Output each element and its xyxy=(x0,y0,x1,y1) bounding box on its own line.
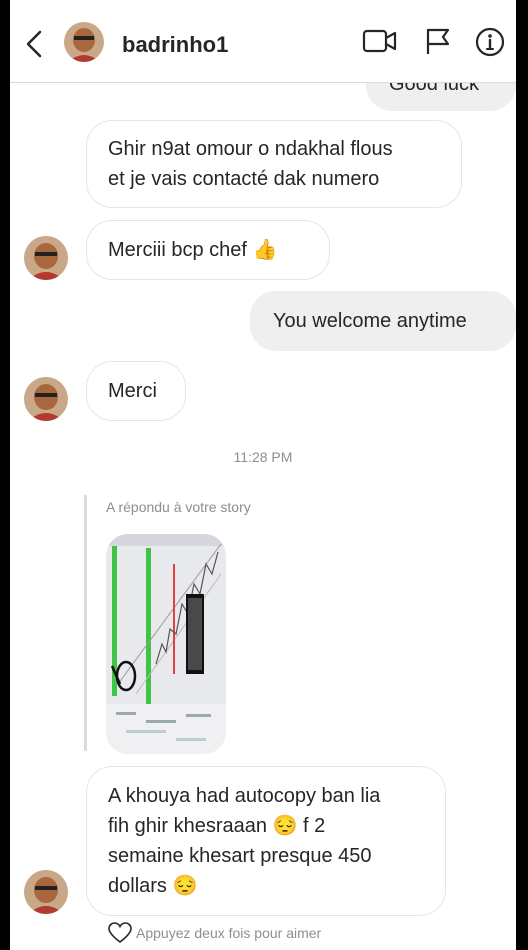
message-bubble-incoming[interactable]: Merci xyxy=(86,361,186,421)
report-button[interactable] xyxy=(424,26,452,61)
story-reply-label: A répondu à votre story xyxy=(106,499,251,515)
message-text: Merci xyxy=(108,380,157,402)
message-text: fih ghir khesraaan xyxy=(108,815,267,837)
pensive-face-emoji-icon: 😔 xyxy=(272,815,298,837)
chat-header: badrinho1 xyxy=(10,0,516,83)
info-icon xyxy=(475,27,505,57)
message-timestamp: 11:28 PM xyxy=(233,449,293,465)
video-camera-icon xyxy=(362,29,397,53)
trading-chart-image xyxy=(106,534,226,754)
message-text: et je vais contacté dak numero xyxy=(108,168,380,190)
message-bubble-incoming[interactable]: Ghir n9at omour o ndakhal flous et je va… xyxy=(86,120,462,208)
video-call-button[interactable] xyxy=(362,26,398,61)
pensive-face-emoji-icon: 😔 xyxy=(172,875,198,897)
thumbs-up-emoji-icon: 👍 xyxy=(252,239,278,261)
message-text: Ghir n9at omour o ndakhal flous xyxy=(108,138,393,160)
message-text: A khouya had autocopy ban lia xyxy=(108,785,381,807)
sender-avatar[interactable] xyxy=(24,870,68,914)
info-button[interactable] xyxy=(474,26,506,63)
chat-username[interactable]: badrinho1 xyxy=(122,32,228,58)
message-bubble-outgoing[interactable]: You welcome anytime xyxy=(250,291,516,351)
sender-avatar[interactable] xyxy=(24,236,68,280)
message-bubble-incoming[interactable]: Merciii bcp chef 👍 xyxy=(86,220,330,280)
flag-icon xyxy=(426,28,450,54)
heart-icon xyxy=(108,922,132,944)
message-text: Merciii bcp chef xyxy=(108,239,247,261)
message-text: semaine khesart presque 450 xyxy=(108,845,372,867)
story-reply-bar xyxy=(84,495,87,751)
message-thread[interactable]: Good luck Ghir n9at omour o ndakhal flou… xyxy=(10,43,516,950)
story-thumbnail[interactable] xyxy=(106,534,226,754)
message-text: f 2 xyxy=(303,815,326,837)
message-text: You welcome anytime xyxy=(273,310,467,332)
chat-screen: badrinho1 Good luck Ghir n9at omour o nd… xyxy=(10,0,516,950)
like-hint-text: Appuyez deux fois pour aimer xyxy=(136,925,322,941)
message-bubble-incoming[interactable]: A khouya had autocopy ban lia fih ghir k… xyxy=(86,766,446,916)
header-avatar[interactable] xyxy=(64,22,104,62)
sender-avatar[interactable] xyxy=(24,377,68,421)
message-text: dollars xyxy=(108,875,167,897)
double-tap-like-hint[interactable]: Appuyez deux fois pour aimer xyxy=(108,922,321,944)
back-button[interactable] xyxy=(22,28,46,60)
chevron-left-icon xyxy=(26,30,42,58)
